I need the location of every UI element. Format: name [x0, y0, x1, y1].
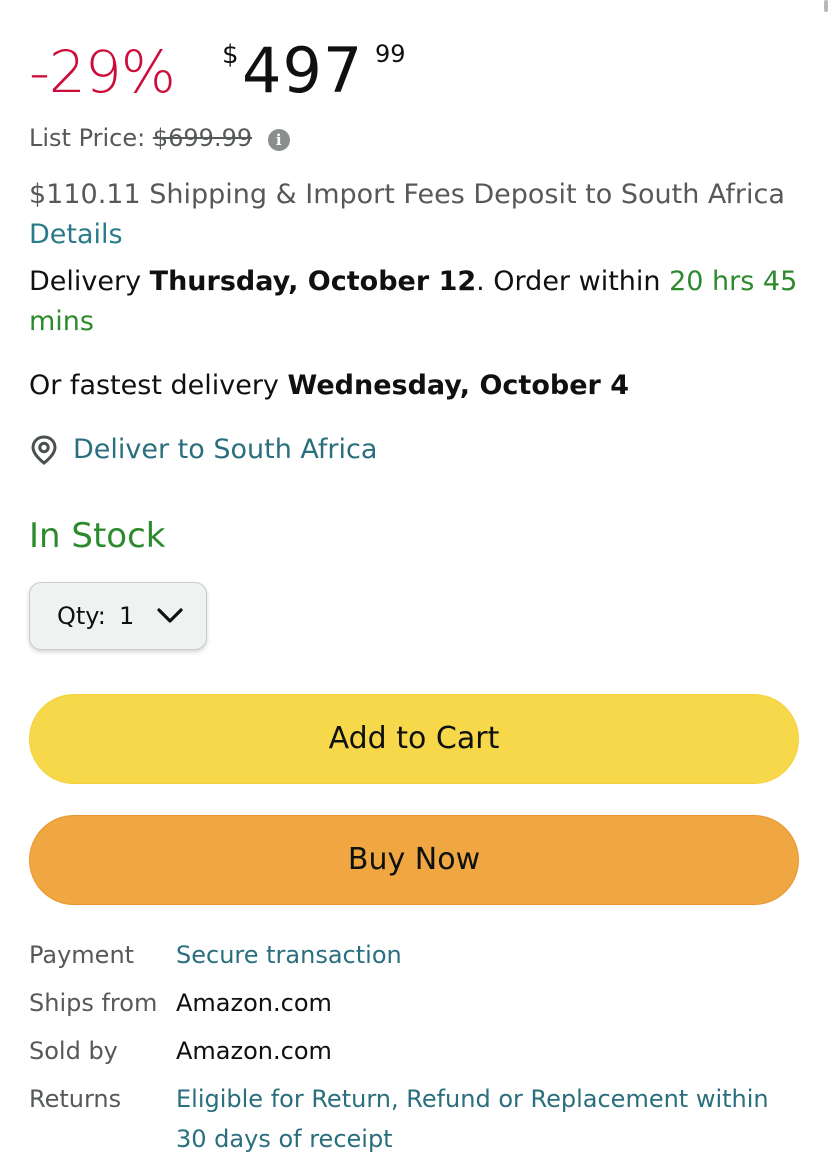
order-within-text: . Order within: [476, 266, 661, 297]
quantity-selector[interactable]: Qty: 1: [29, 582, 207, 650]
info-row-key: Ships from: [29, 989, 158, 1017]
fastest-delivery-prefix: Or fastest delivery: [29, 370, 279, 401]
price-fraction: 99: [375, 40, 406, 68]
shipping-fees: $110.11 Shipping & Import Fees Deposit t…: [29, 179, 785, 210]
buy-now-button[interactable]: Buy Now: [29, 815, 799, 905]
info-row-key: Returns: [29, 1085, 122, 1113]
delivery-date: Thursday, October 12: [149, 266, 477, 297]
add-to-cart-button[interactable]: Add to Cart: [29, 694, 799, 784]
delivery-prefix: Delivery: [29, 266, 142, 297]
info-row-key: Sold by: [29, 1037, 118, 1065]
price-currency-symbol: $: [222, 40, 239, 70]
list-price-label: List Price:: [29, 124, 146, 152]
delivery-message: Delivery Thursday, October 12. Order wit…: [29, 262, 809, 342]
list-price-value: $699.99: [152, 124, 253, 152]
list-price: List Price: $699.99 i: [29, 122, 290, 154]
info-icon[interactable]: i: [267, 129, 290, 151]
price-row: -29% $ 497 99: [29, 28, 809, 118]
quantity-label: Qty:: [57, 602, 106, 630]
deliver-to-label[interactable]: Deliver to South Africa: [73, 430, 377, 470]
details-link[interactable]: Details: [29, 215, 123, 255]
returns-policy-link[interactable]: Eligible for Return, Refund or Replaceme…: [176, 1079, 806, 1159]
stock-status: In Stock: [29, 516, 166, 556]
fastest-delivery: Or fastest delivery Wednesday, October 4: [29, 366, 629, 406]
info-row-value: Amazon.com: [176, 989, 332, 1017]
quantity-value: 1: [119, 602, 135, 630]
price-whole: 497: [242, 34, 364, 107]
secure-transaction-link[interactable]: Secure transaction: [176, 935, 806, 975]
location-pin-icon: [31, 435, 57, 465]
info-row-value: Amazon.com: [176, 1037, 332, 1065]
scrollbar-thumb[interactable]: [824, 0, 828, 12]
chevron-down-icon: [157, 608, 183, 623]
fastest-delivery-date: Wednesday, October 4: [287, 370, 630, 401]
info-row-key: Payment: [29, 941, 135, 969]
discount-percentage: -29%: [29, 38, 176, 106]
